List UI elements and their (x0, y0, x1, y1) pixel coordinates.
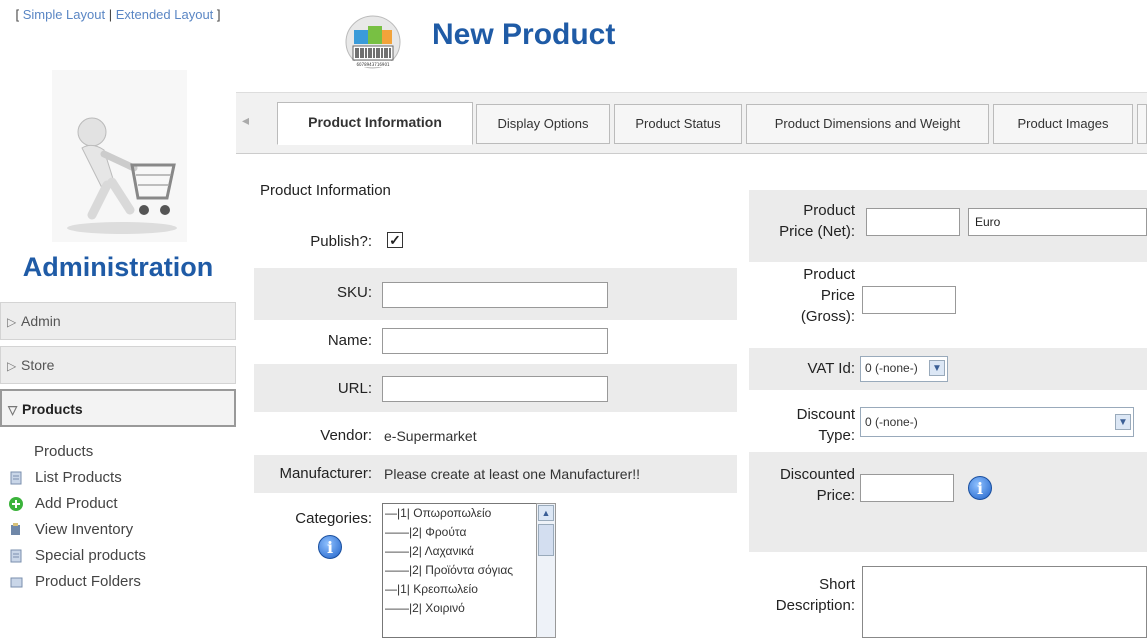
sidebar-item-product-folders[interactable]: Product Folders (0, 568, 236, 638)
vendor-value: e-Supermarket (384, 428, 477, 444)
publish-checkbox[interactable]: ✓ (387, 232, 403, 248)
price-gross-label-line3: (Gross): (800, 308, 855, 325)
extended-layout-link[interactable]: Extended Layout (116, 7, 214, 22)
price-gross-input[interactable] (862, 286, 956, 314)
tab-overflow[interactable] (1137, 104, 1147, 144)
discount-type-label-line2: Type: (818, 427, 855, 444)
tab-product-status[interactable]: Product Status (614, 104, 742, 144)
category-option[interactable]: ——|2| Προϊόντα σόγιας (383, 561, 536, 580)
category-option[interactable]: —|1| Κρεοπωλείο (383, 580, 536, 599)
manufacturer-label: Manufacturer: (279, 465, 372, 482)
separator: | (105, 7, 116, 22)
category-option[interactable]: ——|2| Φρούτα (383, 523, 536, 542)
short-description-textarea[interactable] (862, 566, 1147, 638)
sku-input[interactable] (382, 282, 608, 308)
url-label: URL: (337, 380, 372, 397)
discounted-price-label-line1: Discounted (779, 466, 855, 483)
vat-select[interactable]: 0 (-none-) ▼ (860, 356, 948, 382)
vendor-label: Vendor: (320, 427, 372, 444)
page-title: New Product (432, 18, 616, 51)
short-description-label: Short Description: (749, 574, 855, 616)
bracket-close: ] (213, 7, 221, 22)
price-net-label: Product Price (Net): (749, 200, 855, 242)
add-icon (9, 497, 23, 512)
tab-display-options[interactable]: Display Options (476, 104, 610, 144)
add-product-label: Add Product (35, 495, 118, 512)
tab-product-information[interactable]: Product Information (277, 102, 473, 145)
chevron-down-icon: ▼ (929, 360, 945, 376)
category-option[interactable]: —|1| Οπωροπωλείο (383, 504, 536, 523)
layout-switcher: [ Simple Layout | Extended Layout ] (8, 6, 228, 24)
product-folders-label: Product Folders (35, 573, 141, 590)
discounted-price-label: Discounted Price: (749, 464, 855, 506)
categories-info-icon[interactable]: i (318, 535, 342, 559)
name-input[interactable] (382, 328, 608, 354)
categories-label: Categories: (295, 510, 372, 527)
sidebar-item-special-products[interactable]: Special products (0, 542, 236, 570)
chevron-down-icon: ▽ (8, 403, 18, 417)
name-label: Name: (327, 332, 372, 349)
currency-field[interactable]: Euro (968, 208, 1147, 236)
special-products-label: Special products (35, 547, 146, 564)
bracket-open: [ (15, 7, 23, 22)
price-net-label-line1: Product (803, 202, 855, 219)
tab-product-dimensions[interactable]: Product Dimensions and Weight (746, 104, 989, 144)
menu-store[interactable]: ▷ Store (0, 346, 236, 384)
special-icon (10, 549, 22, 563)
tab-product-images[interactable]: Product Images (993, 104, 1133, 144)
inventory-icon (11, 523, 20, 536)
barcode-number: 6078943716901 (356, 62, 390, 67)
price-net-label-line2: Price (Net): (779, 223, 855, 240)
chevron-down-icon: ▼ (1115, 414, 1131, 430)
folder-icon (10, 577, 23, 588)
vat-select-value: 0 (-none-) (865, 361, 918, 375)
section-title: Product Information (260, 182, 391, 199)
short-description-label-line1: Short (819, 576, 855, 593)
discounted-price-info-icon[interactable]: i (968, 476, 992, 500)
scroll-thumb[interactable] (538, 524, 554, 556)
admin-title: Administration (22, 252, 214, 282)
url-input[interactable] (382, 376, 608, 402)
sku-label: SKU: (336, 284, 372, 301)
scroll-up-icon[interactable]: ▲ (538, 505, 554, 521)
list-products-label: List Products (35, 469, 122, 486)
product-box-icon: 6078943716901 (345, 15, 401, 69)
chevron-right-icon: ▷ (7, 359, 17, 373)
menu-admin[interactable]: ▷ Admin (0, 302, 236, 340)
publish-label: Publish?: (310, 233, 372, 250)
discounted-price-label-line2: Price: (816, 487, 855, 504)
discount-type-select[interactable]: 0 (-none-) ▼ (860, 407, 1134, 437)
discount-type-label: Discount Type: (749, 404, 855, 446)
price-gross-label-line2: Price (820, 287, 855, 304)
menu-products[interactable]: ▽ Products (0, 389, 236, 427)
vat-label: VAT Id: (807, 360, 855, 377)
discounted-price-input[interactable] (860, 474, 954, 502)
sidebar-item-add-product[interactable]: Add Product (0, 490, 236, 518)
categories-scrollbar[interactable]: ▲ (536, 503, 556, 638)
manufacturer-value: Please create at least one Manufacturer!… (384, 466, 641, 482)
menu-admin-label: Admin (21, 313, 61, 329)
category-option[interactable]: ——|2| Χοιρινό (383, 599, 536, 618)
price-gross-label: Product Price (Gross): (749, 264, 855, 327)
products-heading: Products (34, 443, 94, 460)
sidebar-item-list-products[interactable]: List Products (0, 464, 236, 492)
view-inventory-label: View Inventory (35, 521, 134, 538)
chevron-right-icon: ▷ (7, 315, 17, 329)
category-option[interactable]: ——|2| Λαχανικά (383, 542, 536, 561)
discount-type-select-value: 0 (-none-) (865, 415, 918, 429)
menu-store-label: Store (21, 357, 55, 373)
sidebar-item-view-inventory[interactable]: View Inventory (0, 516, 236, 544)
discount-type-label-line1: Discount (796, 406, 855, 423)
list-icon (10, 471, 22, 485)
price-gross-label-line1: Product (803, 266, 855, 283)
short-description-label-line2: Description: (775, 597, 855, 614)
categories-listbox[interactable]: —|1| Οπωροπωλείο ——|2| Φρούτα ——|2| Λαχα… (382, 503, 537, 638)
menu-products-label: Products (22, 401, 83, 417)
shopping-cart-man-logo (52, 70, 187, 242)
tab-scroll-left-icon[interactable]: ◂ (242, 112, 249, 129)
price-net-input[interactable] (866, 208, 960, 236)
simple-layout-link[interactable]: Simple Layout (23, 7, 105, 22)
